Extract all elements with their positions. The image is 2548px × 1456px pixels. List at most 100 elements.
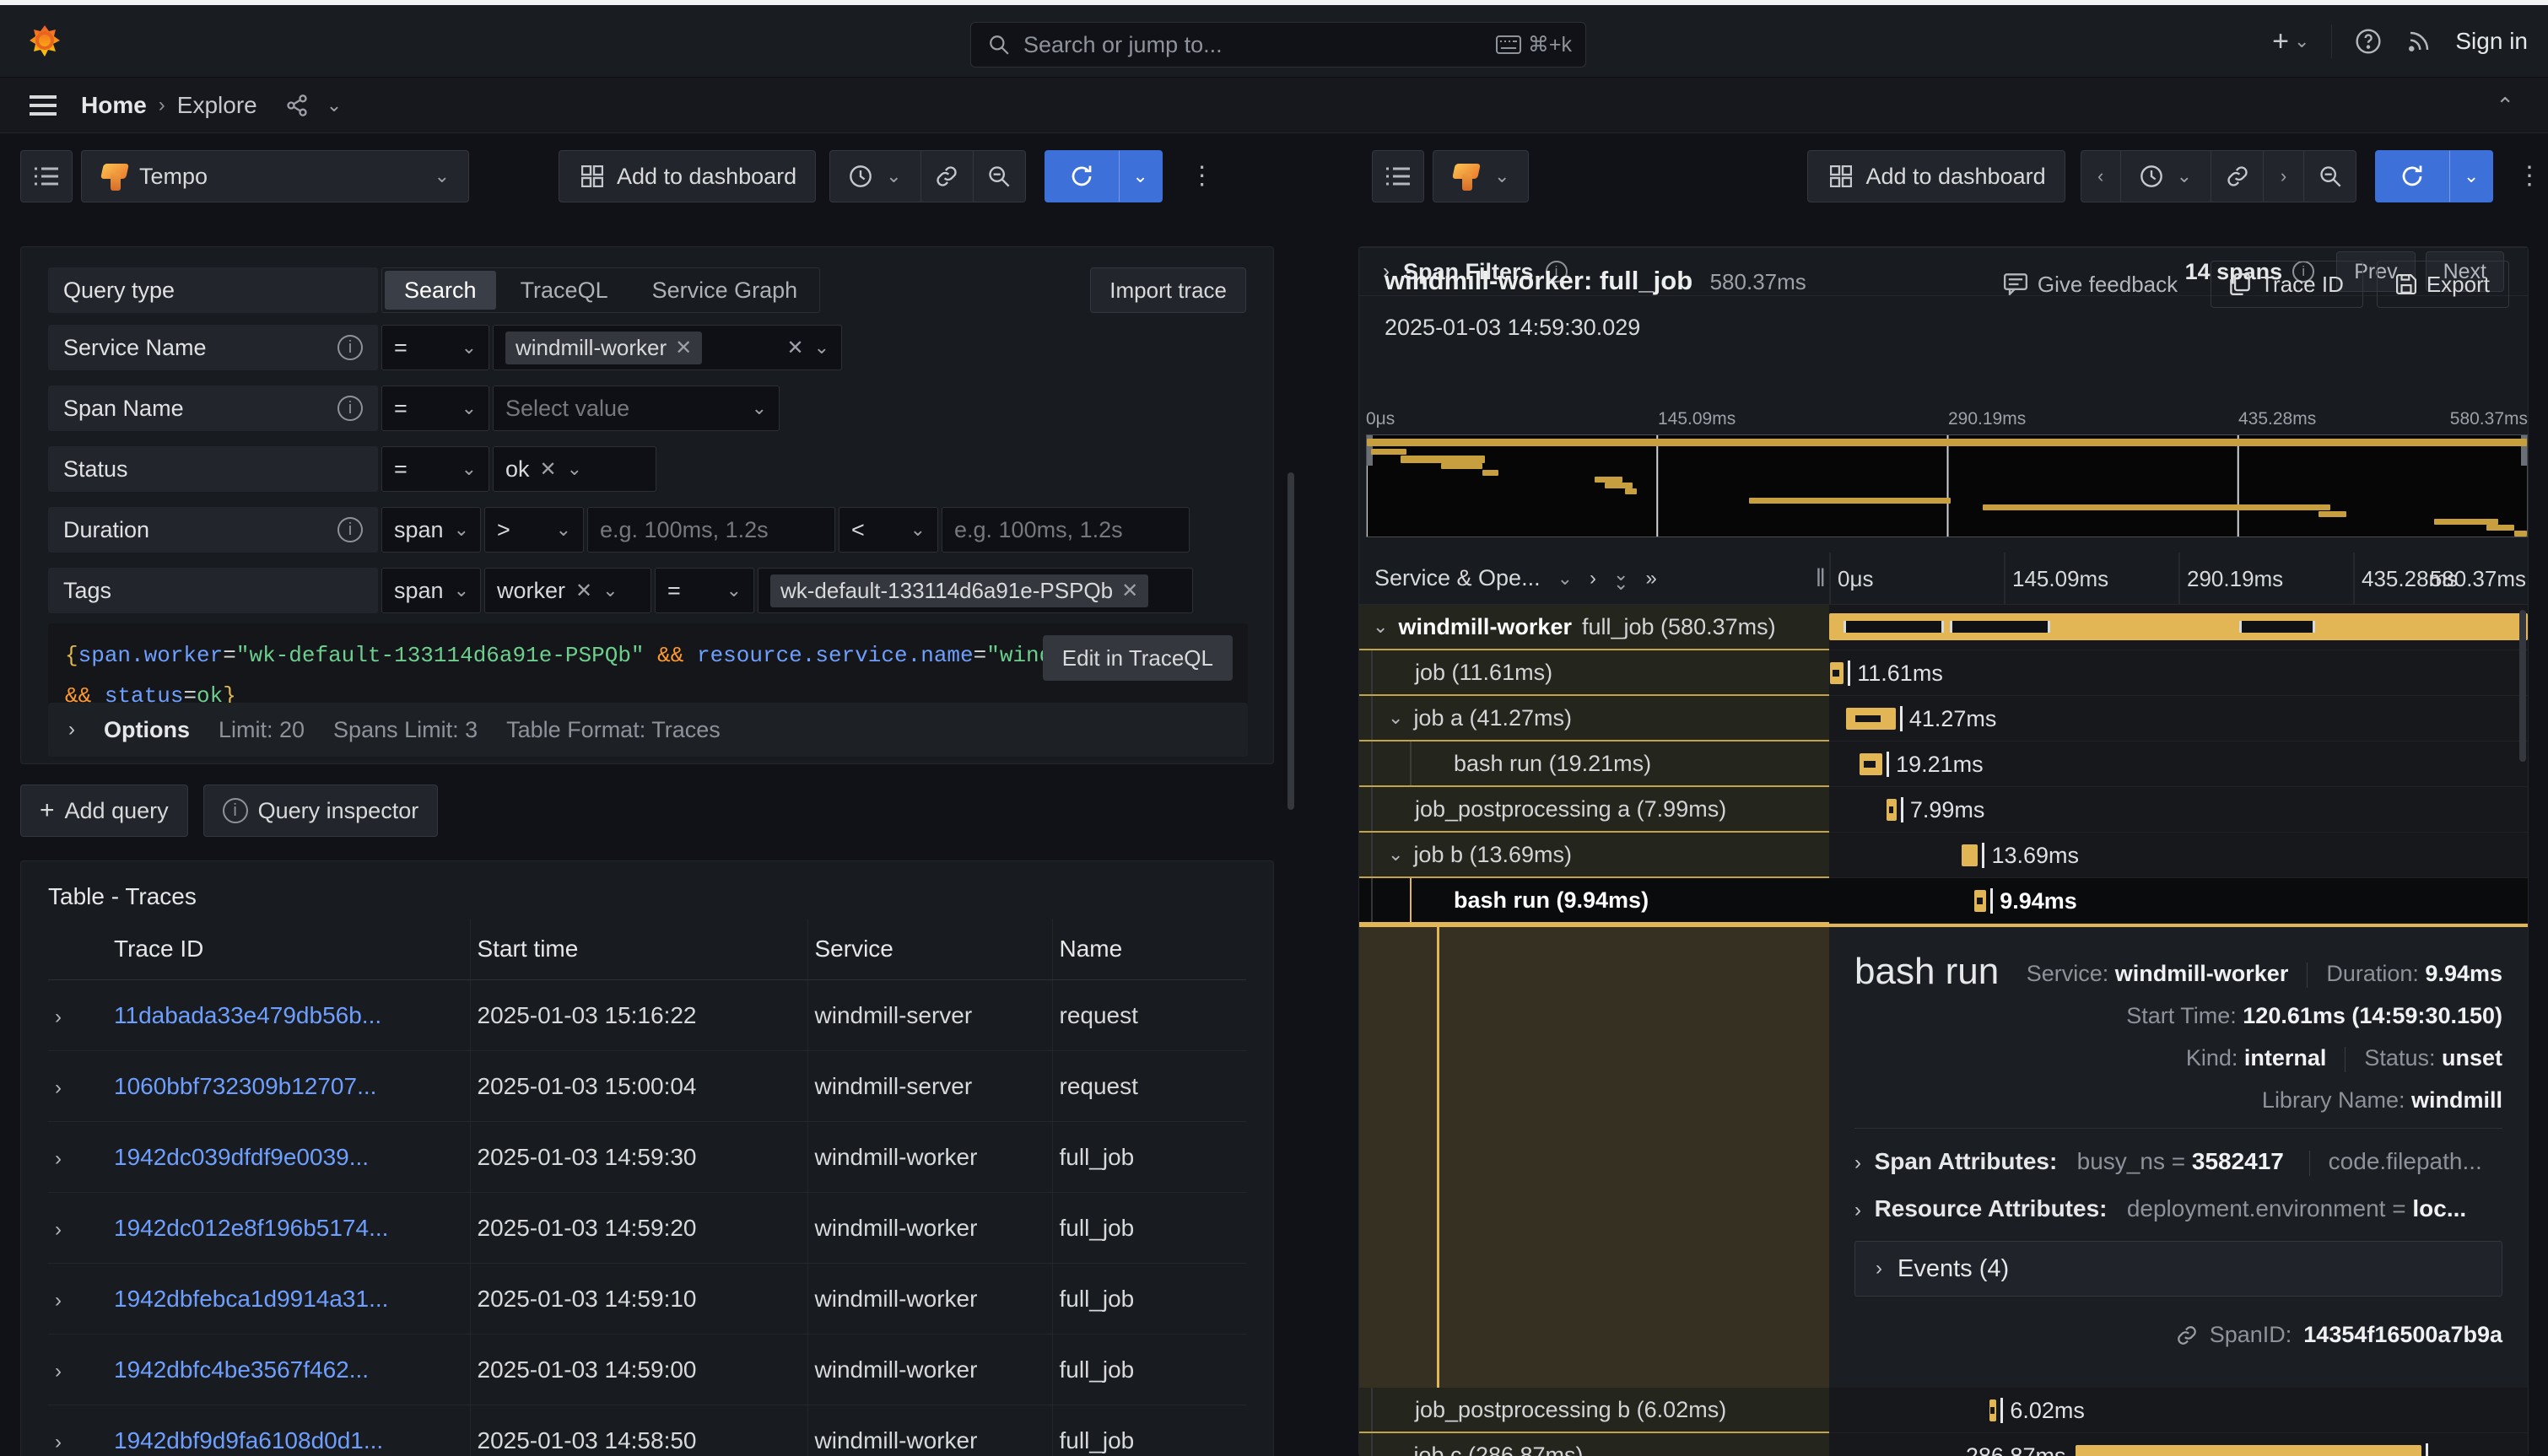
clear-icon[interactable]: ✕: [786, 336, 803, 360]
query-type-traceql[interactable]: TraceQL: [499, 268, 630, 312]
col-start-time[interactable]: Start time: [470, 919, 807, 980]
duration-min-input[interactable]: e.g. 100ms, 1.2s: [587, 507, 835, 553]
refresh-interval-dropdown[interactable]: ⌄: [1119, 150, 1163, 202]
run-query-refresh-button[interactable]: [1045, 150, 1119, 202]
link-split-icon-button[interactable]: [921, 150, 974, 202]
service-operation-header-label[interactable]: Service & Ope...: [1374, 565, 1541, 591]
query-inspector-button[interactable]: iQuery inspector: [203, 785, 439, 837]
span-row-full-job[interactable]: ⌄windmill-workerfull_job (580.37ms): [1359, 605, 2528, 650]
remove-icon[interactable]: ✕: [575, 579, 592, 603]
span-attributes-row[interactable]: › Span Attributes: busy_ns = 3582417 cod…: [1854, 1148, 2502, 1176]
collapse-icon[interactable]: ⌄: [1388, 707, 1403, 729]
duration-op-lt[interactable]: <⌄: [839, 507, 938, 553]
collapse-all-icon[interactable]: ⌄⌄: [1613, 569, 1628, 588]
status-value[interactable]: ok✕⌄: [493, 446, 656, 492]
col-service[interactable]: Service: [807, 919, 1052, 980]
row-expand-icon[interactable]: ›: [55, 1289, 62, 1312]
col-name[interactable]: Name: [1052, 919, 1246, 980]
expand-events-icon[interactable]: ›: [1876, 1257, 1882, 1281]
duration-max-input[interactable]: e.g. 100ms, 1.2s: [942, 507, 1190, 553]
trace-minimap[interactable]: [1366, 434, 2528, 537]
panel-kebab-menu[interactable]: ⋮: [1190, 170, 1215, 184]
trace-id-link[interactable]: 1942dbf9d9fa6108d0d1...: [114, 1427, 383, 1453]
query-type-search[interactable]: Search: [385, 271, 496, 310]
table-row[interactable]: ›1942dc012e8f196b5174...2025-01-03 14:59…: [48, 1193, 1246, 1264]
value-chip[interactable]: windmill-worker✕: [505, 332, 702, 364]
waterfall-name-column-header[interactable]: Service & Ope... ⌄ › ⌄⌄ » ‖: [1359, 553, 1829, 604]
query-history-icon-button[interactable]: [20, 150, 73, 202]
query-history-icon-button-right[interactable]: [1372, 150, 1424, 202]
import-trace-button[interactable]: Import trace: [1090, 267, 1246, 313]
expand-all-icon[interactable]: »: [1645, 567, 1653, 590]
span-bar[interactable]: [2076, 1445, 2421, 1456]
left-pane-scrollbar[interactable]: [1287, 472, 1294, 810]
sign-in-button[interactable]: Sign in: [2455, 28, 2528, 55]
run-query-refresh-button-right[interactable]: [2375, 150, 2449, 202]
span-bar[interactable]: [1860, 753, 1882, 775]
expand-options-icon[interactable]: ›: [68, 718, 75, 741]
breadcrumb-explore[interactable]: Explore: [177, 92, 257, 119]
tags-value[interactable]: wk-default-133114d6a91e-PSPQb✕: [758, 568, 1193, 613]
options-title[interactable]: Options: [104, 717, 190, 743]
share-icon[interactable]: [283, 91, 311, 120]
value-chip[interactable]: wk-default-133114d6a91e-PSPQb✕: [770, 574, 1148, 607]
duration-scope[interactable]: span⌄: [381, 507, 481, 553]
breadcrumb-home[interactable]: Home: [81, 92, 147, 119]
new-menu-button[interactable]: +⌄: [2272, 25, 2309, 58]
breadcrumb-dropdown-icon[interactable]: ⌄: [327, 96, 342, 115]
link-split-icon-button-right[interactable]: [2211, 150, 2264, 202]
help-icon[interactable]: [2354, 27, 2383, 56]
trace-id-link[interactable]: 1942dbfc4be3567f462...: [114, 1356, 369, 1383]
add-to-dashboard-button[interactable]: Add to dashboard: [559, 150, 816, 202]
span-bar[interactable]: [1887, 799, 1896, 821]
events-label[interactable]: Events (4): [1898, 1255, 2009, 1283]
span-name-operator[interactable]: =⌄: [381, 386, 489, 431]
time-range-picker-right[interactable]: ⌄: [2121, 150, 2211, 202]
table-row[interactable]: ›1942dbfc4be3567f462...2025-01-03 14:59:…: [48, 1335, 1246, 1405]
trace-id-link[interactable]: 1942dc039dfdf9e0039...: [114, 1144, 369, 1170]
span-row-job-b[interactable]: ⌄job b (13.69ms) 13.69ms: [1359, 833, 2528, 878]
tags-key[interactable]: worker✕⌄: [484, 568, 651, 613]
remove-icon[interactable]: ✕: [540, 457, 557, 482]
row-expand-icon[interactable]: ›: [55, 1360, 62, 1383]
duration-op-gt[interactable]: >⌄: [484, 507, 584, 553]
tags-scope[interactable]: span⌄: [381, 568, 481, 613]
query-options-row[interactable]: › Options Limit: 20 Spans Limit: 3 Table…: [48, 703, 1248, 757]
collapse-icon[interactable]: ⌄: [1373, 616, 1388, 638]
time-range-picker[interactable]: ⌄: [829, 150, 920, 202]
edit-in-traceql-button[interactable]: Edit in TraceQL: [1043, 635, 1233, 681]
span-bar[interactable]: [1974, 890, 1986, 912]
news-rss-icon[interactable]: [2405, 27, 2433, 56]
row-expand-icon[interactable]: ›: [55, 1431, 62, 1453]
grafana-logo[interactable]: [25, 24, 64, 62]
trace-id-link[interactable]: 11dabada33e479db56b...: [114, 1002, 381, 1028]
col-trace-id[interactable]: Trace ID: [107, 919, 470, 980]
span-row-job-postprocessing-a[interactable]: job_postprocessing a (7.99ms) 7.99ms: [1359, 787, 2528, 833]
refresh-interval-dropdown-right[interactable]: ⌄: [2449, 150, 2493, 202]
row-expand-icon[interactable]: ›: [55, 1006, 62, 1028]
collapse-icon[interactable]: ⌄: [1388, 1444, 1403, 1456]
add-to-dashboard-button-right[interactable]: Add to dashboard: [1807, 150, 2065, 202]
zoom-out-icon-button[interactable]: [974, 150, 1026, 202]
trace-id-link[interactable]: 1060bbf732309b12707...: [114, 1073, 376, 1099]
menu-hamburger-icon[interactable]: [29, 91, 57, 120]
table-row[interactable]: ›1942dc039dfdf9e0039...2025-01-03 14:59:…: [48, 1122, 1246, 1193]
global-search-input[interactable]: Search or jump to... ⌘+k: [970, 22, 1586, 67]
span-row-bash-run-b-selected[interactable]: bash run (9.94ms) 9.94ms: [1359, 878, 2528, 924]
timepicker-back-icon[interactable]: ‹: [2081, 150, 2121, 202]
give-feedback-button[interactable]: Give feedback: [1984, 261, 2197, 308]
expand-one-icon[interactable]: ›: [1590, 567, 1596, 590]
span-name-value[interactable]: Select value⌄: [493, 386, 780, 431]
zoom-out-icon-button-right[interactable]: [2304, 150, 2356, 202]
timepicker-forward-icon[interactable]: ›: [2264, 150, 2304, 202]
collapse-icon[interactable]: ⌄: [1388, 844, 1403, 866]
trace-id-link[interactable]: 1942dc012e8f196b5174...: [114, 1215, 388, 1241]
query-type-service-graph[interactable]: Service Graph: [630, 268, 820, 312]
remove-chip-icon[interactable]: ✕: [675, 336, 692, 360]
row-expand-icon[interactable]: ›: [55, 1147, 62, 1170]
span-row-bash-run-a[interactable]: bash run (19.21ms) 19.21ms: [1359, 741, 2528, 787]
add-query-button[interactable]: +Add query: [20, 785, 188, 837]
span-bar[interactable]: [1829, 613, 2528, 640]
panel-kebab-menu-right[interactable]: ⋮: [2517, 170, 2542, 184]
trace-id-button[interactable]: Trace ID: [2211, 261, 2363, 308]
